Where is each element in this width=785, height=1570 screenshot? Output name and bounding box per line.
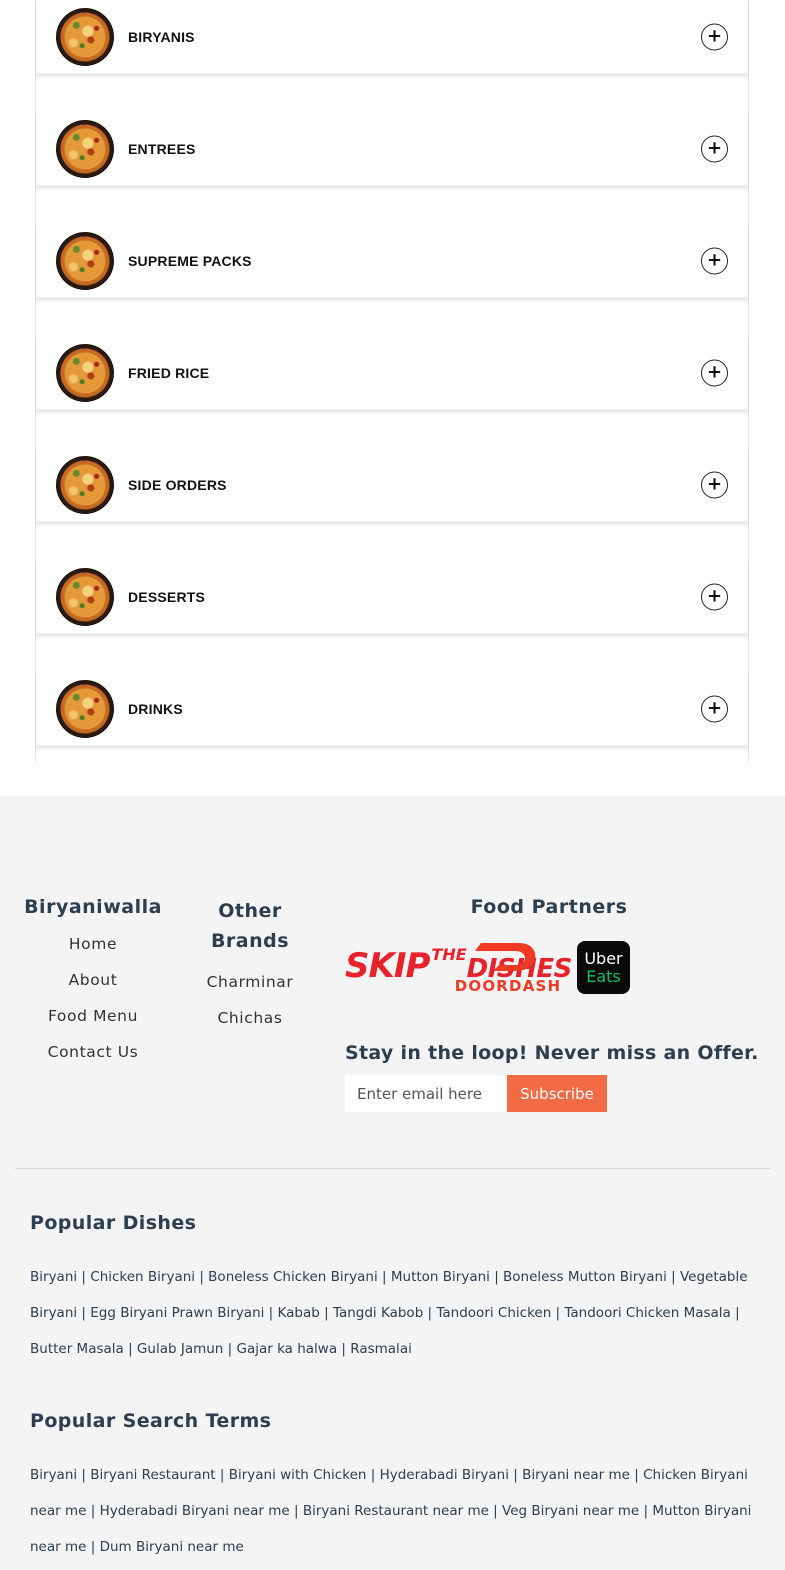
- expand-plus-icon[interactable]: +: [701, 135, 728, 162]
- category-supreme-packs[interactable]: SUPREME PACKS +: [36, 224, 748, 298]
- footer-column-title: Other Brands: [210, 900, 290, 952]
- category-entrees[interactable]: ENTREES +: [36, 112, 748, 186]
- biryani-dish-image: [56, 679, 114, 738]
- biryani-dish-image: [56, 119, 114, 178]
- footer-column-other-brands: Other Brands Charminar Chichas: [195, 896, 305, 1036]
- footer-link-list: Home About Food Menu Contact Us: [20, 926, 166, 1070]
- popular-search-list: Biryani | Biryani Restaurant | Biryani w…: [30, 1467, 752, 1555]
- category-label: FRIED RICE: [128, 364, 210, 381]
- skip-logo-text: SKIP: [345, 946, 430, 986]
- doordash-logo[interactable]: DOORDASH: [453, 939, 563, 995]
- footer-column-title: Biryaniwalla: [24, 896, 162, 918]
- footer-link-list: Charminar Chichas: [195, 964, 305, 1036]
- popular-dishes-list: Biryani | Chicken Biryani | Boneless Chi…: [30, 1269, 748, 1357]
- category-fried-rice[interactable]: FRIED RICE +: [36, 336, 748, 410]
- food-partners-header: Food Partners: [345, 896, 755, 918]
- subscribe-button[interactable]: Subscribe: [507, 1075, 607, 1112]
- biryani-dish-image: [56, 231, 114, 290]
- biryani-dish-image: [56, 567, 114, 626]
- newsletter-email-input[interactable]: [345, 1075, 507, 1112]
- category-label: SUPREME PACKS: [128, 252, 252, 269]
- footer-column-biryaniwalla: Biryaniwalla Home About Food Menu Contac…: [20, 896, 166, 1070]
- expand-plus-icon[interactable]: +: [701, 583, 728, 610]
- category-label: SIDE ORDERS: [128, 476, 227, 493]
- expand-plus-icon[interactable]: +: [701, 695, 728, 722]
- uber-logo-text: Uber: [584, 948, 623, 968]
- footer-link-contact-us[interactable]: Contact Us: [20, 1034, 166, 1070]
- category-drinks[interactable]: DRINKS +: [36, 672, 748, 746]
- footer-column-title: Food Partners: [470, 896, 628, 918]
- footer-link-charminar[interactable]: Charminar: [195, 964, 305, 1000]
- biryani-dish-image: [56, 7, 114, 66]
- category-label: DRINKS: [128, 700, 183, 717]
- doordash-logo-text: DOORDASH: [454, 977, 562, 995]
- menu-accordion: BIRYANIS + ENTREES + SUPREME PACKS + FRI…: [35, 0, 749, 762]
- eats-logo-text: Eats: [586, 966, 621, 986]
- category-biryanis[interactable]: BIRYANIS +: [36, 0, 748, 74]
- footer-divider: [15, 1168, 770, 1169]
- uber-eats-logo[interactable]: Uber Eats: [577, 941, 630, 994]
- category-label: DESSERTS: [128, 588, 206, 605]
- footer-link-food-menu[interactable]: Food Menu: [20, 998, 166, 1034]
- category-label: ENTREES: [128, 140, 196, 157]
- biryani-dish-image: [56, 455, 114, 514]
- category-desserts[interactable]: DESSERTS +: [36, 560, 748, 634]
- popular-search-title: Popular Search Terms: [30, 1410, 272, 1432]
- doordash-dash-icon: [475, 943, 536, 971]
- expand-plus-icon[interactable]: +: [701, 23, 728, 50]
- newsletter-title: Stay in the loop! Never miss an Offer.: [345, 1042, 759, 1064]
- site-footer: Biryaniwalla Home About Food Menu Contac…: [0, 796, 785, 1570]
- expand-plus-icon[interactable]: +: [701, 359, 728, 386]
- biryani-dish-image: [56, 343, 114, 402]
- category-label: BIRYANIS: [128, 28, 195, 45]
- footer-link-chichas[interactable]: Chichas: [195, 1000, 305, 1036]
- footer-link-home[interactable]: Home: [20, 926, 166, 962]
- expand-plus-icon[interactable]: +: [701, 471, 728, 498]
- category-side-orders[interactable]: SIDE ORDERS +: [36, 448, 748, 522]
- expand-plus-icon[interactable]: +: [701, 247, 728, 274]
- footer-link-about[interactable]: About: [20, 962, 166, 998]
- food-partners-logos: SKIPTHEDISHES DOORDASH Uber Eats: [345, 937, 645, 997]
- popular-dishes-title: Popular Dishes: [30, 1212, 197, 1234]
